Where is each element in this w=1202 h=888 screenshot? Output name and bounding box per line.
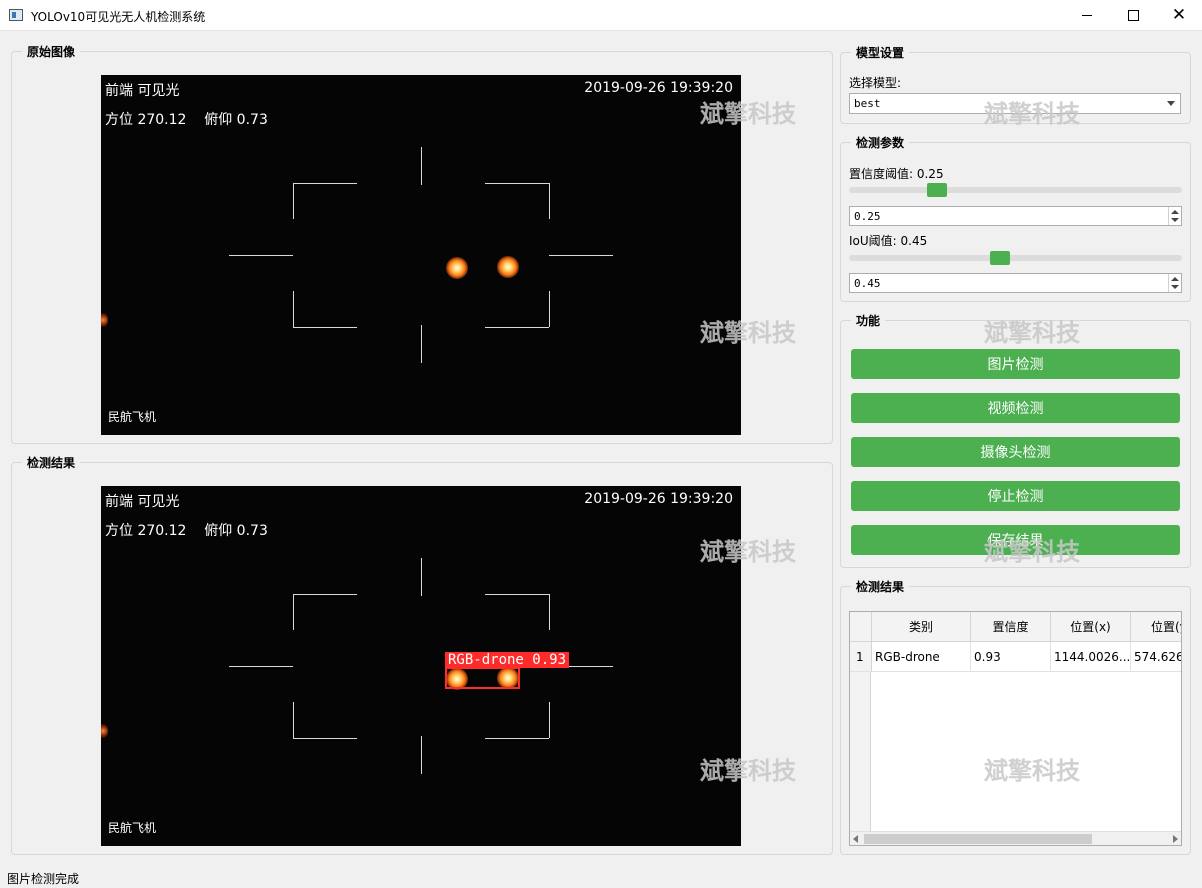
image-detect-button[interactable]: 图片检测 — [851, 349, 1180, 379]
detection-result-title: 检测结果 — [22, 454, 81, 471]
overlay-angles: 方位 270.12 俯仰 0.73 — [105, 523, 268, 539]
stop-detect-button[interactable]: 停止检测 — [851, 481, 1180, 511]
original-image-view: 前端 可见光 2019-09-26 19:39:20 方位 270.12 俯仰 … — [101, 75, 741, 435]
model-select-label: 选择模型: — [849, 76, 902, 90]
column-header-x[interactable]: 位置(x) — [1051, 612, 1131, 642]
close-icon: ✕ — [1171, 5, 1187, 25]
spin-up-icon[interactable] — [1171, 277, 1179, 281]
model-select-value: best — [854, 97, 881, 110]
original-image-title: 原始图像 — [22, 43, 81, 60]
iou-spinbox[interactable]: 0.45 — [849, 273, 1182, 293]
camera-detect-button[interactable]: 摄像头检测 — [851, 437, 1180, 467]
reticle-corner — [549, 594, 550, 630]
reticle-line — [549, 255, 613, 256]
close-button[interactable]: ✕ — [1156, 0, 1202, 31]
reticle-corner — [293, 594, 294, 630]
confidence-value: 0.25 — [854, 210, 881, 223]
overlay-camera-label: 前端 可见光 — [105, 494, 180, 510]
reticle-corner — [293, 327, 357, 328]
model-settings-title: 模型设置 — [851, 44, 910, 61]
detection-params-title: 检测参数 — [851, 134, 910, 151]
reticle-corner — [293, 291, 294, 327]
functions-title: 功能 — [851, 312, 886, 329]
maximize-button[interactable] — [1110, 0, 1156, 31]
app-icon — [9, 9, 23, 21]
table-cell[interactable]: 0.93 — [971, 642, 1051, 672]
reticle-line — [229, 255, 293, 256]
reticle-line — [421, 325, 422, 363]
spin-down-icon[interactable] — [1171, 285, 1179, 289]
overlay-target-type: 民航飞机 — [108, 821, 157, 835]
table-cell[interactable]: 574.6265 — [1131, 642, 1181, 672]
results-table: 类别 置信度 位置(x) 位置(y 1 RGB-drone 0.93 1144.… — [849, 611, 1182, 846]
confidence-label: 置信度阈值: 0.25 — [849, 167, 944, 181]
confidence-spinbox[interactable]: 0.25 — [849, 206, 1182, 226]
results-table-title: 检测结果 — [851, 578, 910, 595]
video-detect-button[interactable]: 视频检测 — [851, 393, 1180, 423]
reticle-corner — [293, 183, 294, 219]
minimize-button[interactable] — [1064, 0, 1110, 31]
iou-value: 0.45 — [854, 277, 881, 290]
drone-light — [497, 256, 519, 278]
reticle-corner — [485, 183, 549, 184]
stray-light — [101, 724, 108, 738]
detection-label: RGB-drone 0.93 — [445, 652, 570, 668]
save-results-button[interactable]: 保存结果 — [851, 525, 1180, 555]
reticle-corner — [485, 594, 549, 595]
reticle-corner — [485, 327, 549, 328]
reticle-line — [229, 666, 293, 667]
drone-light — [446, 257, 468, 279]
table-cell[interactable]: RGB-drone — [872, 642, 971, 672]
horizontal-scrollbar[interactable] — [850, 831, 1181, 845]
detection-result-view: 前端 可见光 2019-09-26 19:39:20 方位 270.12 俯仰 … — [101, 486, 741, 846]
detection-box — [445, 667, 520, 689]
iou-label: IoU阈值: 0.45 — [849, 234, 928, 248]
reticle-corner — [485, 738, 549, 739]
chevron-down-icon — [1167, 101, 1175, 106]
confidence-slider-track[interactable] — [849, 187, 1182, 193]
reticle-corner — [293, 702, 294, 738]
scroll-left-icon[interactable] — [853, 835, 858, 843]
column-header-y[interactable]: 位置(y — [1131, 612, 1181, 642]
model-select[interactable]: best — [849, 93, 1181, 114]
scroll-right-icon[interactable] — [1173, 835, 1178, 843]
reticle-corner — [293, 738, 357, 739]
iou-slider-track[interactable] — [849, 255, 1182, 261]
window-title: YOLOv10可见光无人机检测系统 — [31, 10, 206, 24]
overlay-timestamp: 2019-09-26 19:39:20 — [584, 80, 733, 96]
reticle-line — [421, 147, 422, 185]
column-header-confidence[interactable]: 置信度 — [971, 612, 1051, 642]
confidence-slider-handle[interactable] — [927, 183, 948, 197]
column-header-class[interactable]: 类别 — [872, 612, 971, 642]
spin-down-icon[interactable] — [1171, 218, 1179, 222]
spin-up-icon[interactable] — [1171, 210, 1179, 214]
overlay-target-type: 民航飞机 — [108, 410, 157, 424]
scrollbar-thumb[interactable] — [864, 834, 1092, 844]
reticle-corner — [549, 291, 550, 327]
table-cell[interactable]: 1144.0026... — [1051, 642, 1131, 672]
reticle-line — [421, 736, 422, 774]
status-bar: 图片检测完成 — [0, 866, 1202, 888]
reticle-corner — [549, 702, 550, 738]
spin-buttons[interactable] — [1168, 207, 1181, 225]
iou-slider-handle[interactable] — [989, 251, 1010, 265]
stray-light — [101, 313, 108, 327]
status-text: 图片检测完成 — [7, 872, 80, 886]
table-corner[interactable] — [850, 612, 872, 642]
row-index: 1 — [850, 642, 872, 672]
reticle-corner — [549, 183, 550, 219]
overlay-timestamp: 2019-09-26 19:39:20 — [584, 491, 733, 507]
reticle-corner — [293, 594, 357, 595]
overlay-angles: 方位 270.12 俯仰 0.73 — [105, 112, 268, 128]
overlay-camera-label: 前端 可见光 — [105, 83, 180, 99]
title-bar: YOLOv10可见光无人机检测系统 ✕ — [0, 0, 1202, 31]
reticle-corner — [293, 183, 357, 184]
spin-buttons[interactable] — [1168, 274, 1181, 292]
reticle-line — [421, 558, 422, 596]
